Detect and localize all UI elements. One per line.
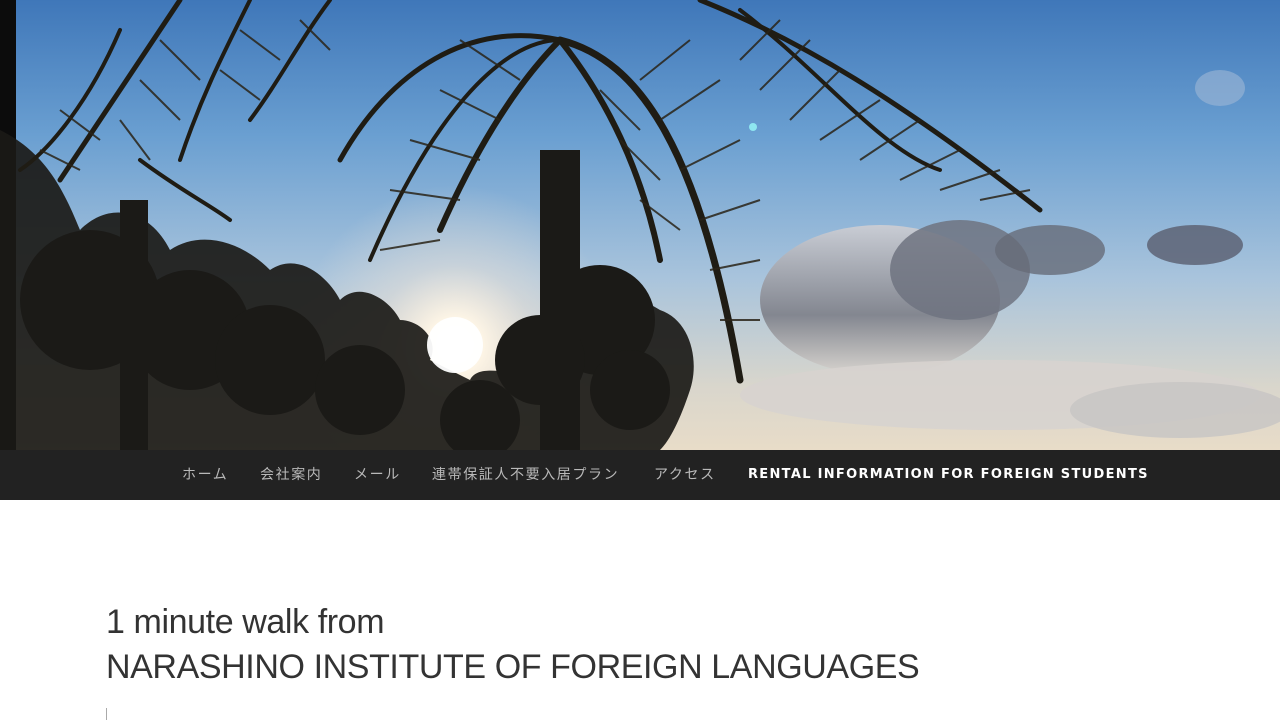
nav-item-rental-info-foreign-students[interactable]: RENTAL INFORMATION FOR FOREIGN STUDENTS	[748, 450, 1149, 500]
page-title: 1 minute walk from NARASHINO INSTITUTE O…	[106, 600, 1106, 690]
page-title-line-1: 1 minute walk from	[106, 603, 385, 641]
main-content: 1 minute walk from NARASHINO INSTITUTE O…	[106, 600, 1106, 690]
nav-item-no-guarantor-plan[interactable]: 連帯保証人不要入居プラン	[432, 450, 619, 500]
palm-trees-sunset-illustration	[0, 0, 1280, 450]
nav-item-mail[interactable]: メール	[354, 450, 401, 500]
header-banner-image	[0, 0, 1280, 450]
page-title-line-2: NARASHINO INSTITUTE OF FOREIGN LANGUAGES	[106, 648, 920, 686]
nav-item-home[interactable]: ホーム	[182, 450, 228, 500]
nav-item-access[interactable]: アクセス	[654, 450, 716, 500]
main-navigation: ホーム 会社案内 メール 連帯保証人不要入居プラン アクセス RENTAL IN…	[0, 450, 1280, 500]
nav-item-company[interactable]: 会社案内	[260, 450, 322, 500]
content-divider	[106, 708, 107, 720]
